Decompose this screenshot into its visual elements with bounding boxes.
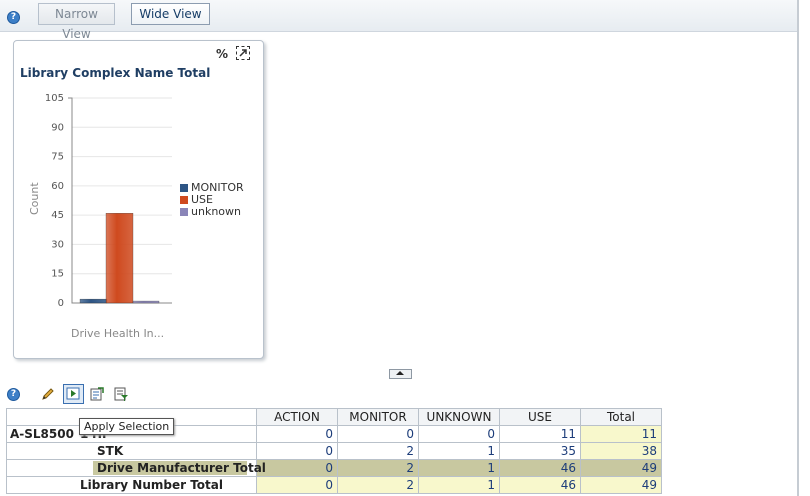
- cell[interactable]: 0: [337, 425, 419, 443]
- cell[interactable]: 46: [499, 476, 581, 494]
- table-row: Drive Manufacturer Total 0 2 1 46 49: [6, 459, 662, 477]
- bar-use[interactable]: [105, 213, 134, 304]
- table-row: Library Number Total 0 2 1 46 49: [6, 476, 662, 494]
- y-axis-label: Count: [28, 182, 41, 215]
- y-tick-label: 75: [51, 152, 64, 163]
- bar-monitor[interactable]: [79, 298, 108, 304]
- panel-divider: [797, 0, 799, 496]
- subtotal-label[interactable]: Drive Manufacturer Total: [93, 461, 266, 475]
- cell[interactable]: 0: [418, 425, 500, 443]
- collapse-toggle-button[interactable]: [389, 369, 412, 379]
- y-tick-label: 45: [51, 210, 64, 221]
- cell[interactable]: 1: [418, 476, 500, 494]
- manufacturer-label[interactable]: STK: [6, 442, 257, 460]
- chart-panel: % Library Complex Name Total 0 15 30 45 60 75…: [13, 40, 264, 359]
- cell[interactable]: 0: [256, 476, 338, 494]
- y-tick-label: 15: [51, 269, 64, 280]
- col-header-unknown[interactable]: UNKNOWN: [418, 408, 500, 426]
- x-axis-label: Drive Health In...: [71, 327, 165, 340]
- y-tick-label: 0: [58, 298, 64, 309]
- cell[interactable]: 0: [256, 442, 338, 460]
- y-tick-label: 90: [51, 122, 64, 133]
- subtotal-label-cell: Drive Manufacturer Total: [6, 459, 266, 477]
- legend-item-unknown[interactable]: unknown: [180, 206, 241, 218]
- cell[interactable]: 35: [499, 442, 581, 460]
- pencil-icon[interactable]: [40, 386, 56, 402]
- cell[interactable]: 2: [337, 476, 419, 494]
- table-row: STK 0 2 1 35 38: [6, 442, 662, 460]
- help-icon[interactable]: ?: [7, 11, 20, 24]
- cell[interactable]: 46: [499, 459, 581, 477]
- export-icon[interactable]: [89, 386, 105, 402]
- legend-swatch: [180, 208, 188, 216]
- total-label[interactable]: Library Number Total: [6, 476, 257, 494]
- y-tick-label: 30: [51, 239, 64, 250]
- library-name-label[interactable]: A-SL8500: [7, 427, 80, 441]
- bar-unknown[interactable]: [132, 300, 160, 304]
- y-tick-label: 60: [51, 181, 64, 192]
- cell[interactable]: 11: [499, 425, 581, 443]
- bar-chart: 0 15 30 45 60 75 90 105: [45, 93, 172, 309]
- cell[interactable]: 2: [337, 442, 419, 460]
- wide-view-button[interactable]: Wide View: [131, 3, 210, 25]
- legend-swatch: [180, 184, 188, 192]
- table-help-icon[interactable]: ?: [7, 388, 20, 401]
- col-header-monitor[interactable]: MONITOR: [337, 408, 419, 426]
- cell[interactable]: 0: [256, 425, 338, 443]
- legend-swatch: [180, 196, 188, 204]
- legend-label: unknown: [191, 205, 241, 218]
- col-header-action[interactable]: ACTION: [256, 408, 338, 426]
- narrow-view-button[interactable]: Narrow View: [38, 3, 115, 41]
- cell[interactable]: 1: [418, 442, 500, 460]
- apply-selection-icon[interactable]: [63, 384, 84, 404]
- col-header-total[interactable]: Total: [580, 408, 662, 426]
- cell[interactable]: 1: [418, 459, 500, 477]
- filter-icon[interactable]: [113, 386, 129, 402]
- apply-selection-tooltip: Apply Selection: [79, 418, 175, 435]
- total-cell[interactable]: 11: [580, 425, 662, 443]
- view-toolbar: ? Narrow View Wide View: [0, 0, 798, 41]
- cell[interactable]: 2: [337, 459, 419, 477]
- cell[interactable]: 0: [256, 459, 338, 477]
- col-header-use[interactable]: USE: [499, 408, 581, 426]
- total-cell[interactable]: 49: [580, 459, 662, 477]
- y-tick-label: 105: [45, 93, 64, 104]
- total-cell[interactable]: 49: [580, 476, 662, 494]
- total-cell[interactable]: 38: [580, 442, 662, 460]
